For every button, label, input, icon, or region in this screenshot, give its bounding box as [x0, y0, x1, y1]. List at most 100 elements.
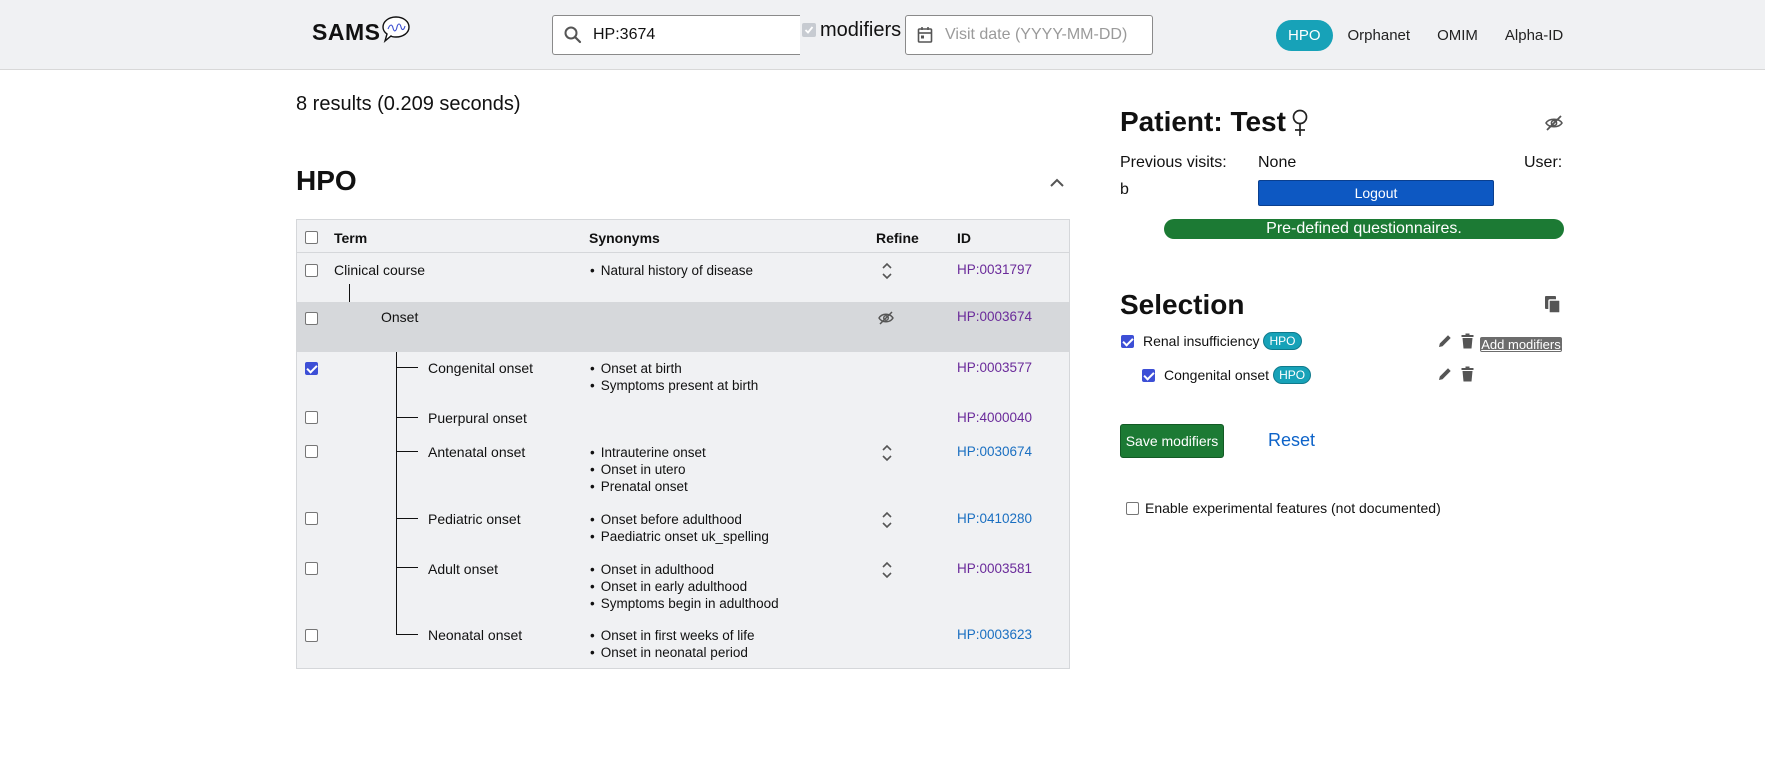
experimental-features-checkbox[interactable]	[1126, 501, 1139, 515]
selection-item-label[interactable]: Renal insufficiency	[1143, 333, 1259, 349]
term-id-link[interactable]: HP:0003581	[957, 561, 1032, 576]
experimental-features-label: Enable experimental features (not docume…	[1145, 500, 1441, 516]
row-checkbox[interactable]	[305, 411, 318, 424]
term-label[interactable]: Pediatric onset	[428, 511, 521, 527]
column-header-term: Term	[334, 230, 368, 246]
modifiers-toggle[interactable]: modifiers	[802, 18, 901, 42]
synonym-item: Onset in early adulthood	[590, 578, 779, 595]
table-row[interactable]: Congenital onset Onset at birth Symptoms…	[297, 352, 1069, 402]
column-header-refine: Refine	[876, 230, 919, 246]
term-id-link[interactable]: HP:0003674	[957, 309, 1032, 324]
term-label[interactable]: Adult onset	[428, 561, 498, 577]
add-modifiers-button[interactable]: Add modifiers	[1480, 337, 1562, 352]
experimental-features-toggle[interactable]: Enable experimental features (not docume…	[1126, 500, 1441, 516]
term-label[interactable]: Puerpural onset	[428, 410, 527, 426]
tab-alpha-id[interactable]: Alpha-ID	[1493, 20, 1575, 51]
selection-checkbox[interactable]	[1142, 368, 1155, 382]
term-id-link[interactable]: HP:0030674	[957, 444, 1032, 459]
row-checkbox[interactable]	[305, 562, 318, 575]
eye-slash-icon[interactable]	[1544, 114, 1564, 132]
pencil-icon[interactable]	[1437, 333, 1453, 349]
tab-omim[interactable]: OMIM	[1425, 20, 1490, 51]
term-id-link[interactable]: HP:0003577	[957, 360, 1032, 375]
logout-button[interactable]: Logout	[1258, 180, 1494, 206]
synonym-item: Onset in first weeks of life	[590, 627, 755, 644]
user-label: User:	[1524, 154, 1563, 171]
selection-title: Selection	[1120, 289, 1245, 320]
reset-link[interactable]: Reset	[1268, 430, 1315, 451]
term-label[interactable]: Clinical course	[334, 262, 425, 278]
column-header-synonyms: Synonyms	[589, 230, 660, 246]
tab-orphanet[interactable]: Orphanet	[1336, 20, 1423, 51]
table-row[interactable]: Puerpural onset HP:4000040	[297, 402, 1069, 436]
copy-icon[interactable]	[1544, 295, 1562, 315]
modifiers-checkbox[interactable]	[802, 23, 816, 37]
table-row[interactable]: Adult onset Onset in adulthood Onset in …	[297, 553, 1069, 619]
row-checkbox[interactable]	[305, 264, 318, 277]
hpo-badge: HPO	[1273, 366, 1312, 384]
tab-hpo[interactable]: HPO	[1276, 19, 1333, 51]
synonym-item: Intrauterine onset	[590, 444, 706, 461]
select-all-checkbox[interactable]	[305, 231, 318, 244]
expand-refine-icon[interactable]	[879, 442, 895, 464]
synonym-item: Natural history of disease	[590, 262, 753, 279]
expand-refine-icon[interactable]	[879, 509, 895, 531]
term-id-link[interactable]: HP:4000040	[957, 410, 1032, 425]
row-checkbox[interactable]	[305, 512, 318, 525]
term-label[interactable]: Congenital onset	[428, 360, 533, 376]
search-field[interactable]	[552, 15, 800, 55]
row-checkbox[interactable]	[305, 445, 318, 458]
synonym-list: Onset before adulthood Paediatric onset …	[590, 511, 769, 545]
save-modifiers-button[interactable]: Save modifiers	[1120, 424, 1224, 458]
trash-icon[interactable]	[1461, 366, 1474, 382]
predefined-questionnaires-button[interactable]: Pre-defined questionnaires.	[1164, 219, 1564, 239]
visit-date-field[interactable]	[905, 15, 1153, 55]
column-header-id: ID	[957, 230, 971, 246]
synonym-item: Symptoms present at birth	[590, 377, 759, 394]
eye-slash-icon[interactable]	[877, 310, 895, 326]
row-checkbox[interactable]	[305, 629, 318, 642]
hpo-section-title: HPO	[296, 165, 357, 196]
table-row[interactable]: Clinical course Natural history of disea…	[297, 253, 1069, 302]
selection-item-label[interactable]: Congenital onset	[1164, 367, 1269, 383]
trash-icon[interactable]	[1461, 333, 1474, 349]
term-id-link[interactable]: HP:0003623	[957, 627, 1032, 642]
visit-date-input[interactable]	[943, 25, 1143, 45]
chevron-up-icon[interactable]	[1048, 176, 1066, 188]
term-label[interactable]: Neonatal onset	[428, 627, 522, 643]
table-row[interactable]: Neonatal onset Onset in first weeks of l…	[297, 619, 1069, 668]
term-label[interactable]: Onset	[381, 309, 418, 325]
term-label[interactable]: Antenatal onset	[428, 444, 525, 460]
results-count: 8 results (0.209 seconds)	[296, 93, 521, 115]
search-input[interactable]	[591, 25, 791, 45]
row-checkbox[interactable]	[305, 312, 318, 325]
expand-refine-icon[interactable]	[879, 260, 895, 282]
table-row[interactable]: Onset HP:0003674	[297, 302, 1069, 352]
speech-bubble-icon	[382, 16, 411, 43]
synonym-item: Paediatric onset uk_spelling	[590, 528, 769, 545]
user-value: b	[1120, 181, 1129, 198]
patient-title: Patient: Test	[1120, 106, 1286, 137]
search-icon	[564, 26, 582, 44]
table-row[interactable]: Pediatric onset Onset before adulthood P…	[297, 503, 1069, 553]
expand-refine-icon[interactable]	[879, 559, 895, 581]
term-id-link[interactable]: HP:0410280	[957, 511, 1032, 526]
pencil-icon[interactable]	[1437, 366, 1453, 382]
calendar-icon	[917, 27, 933, 43]
synonym-item: Onset in adulthood	[590, 561, 779, 578]
selection-checkbox[interactable]	[1121, 334, 1134, 348]
synonym-list: Onset in adulthood Onset in early adulth…	[590, 561, 779, 612]
row-checkbox-checked[interactable]	[305, 362, 318, 375]
previous-visits-label: Previous visits:	[1120, 154, 1227, 171]
synonym-item: Onset at birth	[590, 360, 758, 377]
database-tabs: HPO Orphanet OMIM Alpha-ID	[1276, 19, 1578, 51]
synonym-item: Onset in utero	[590, 461, 706, 478]
table-row[interactable]: Antenatal onset Intrauterine onset Onset…	[297, 436, 1069, 503]
logo-text: SAMS	[312, 18, 381, 45]
synonym-item: Prenatal onset	[590, 478, 706, 495]
logo[interactable]: SAMS	[312, 14, 411, 50]
synonym-list: Natural history of disease	[590, 262, 753, 279]
synonym-list: Onset in first weeks of life Onset in ne…	[590, 627, 755, 661]
synonym-item: Onset in neonatal period	[590, 644, 755, 661]
term-id-link[interactable]: HP:0031797	[957, 262, 1032, 277]
